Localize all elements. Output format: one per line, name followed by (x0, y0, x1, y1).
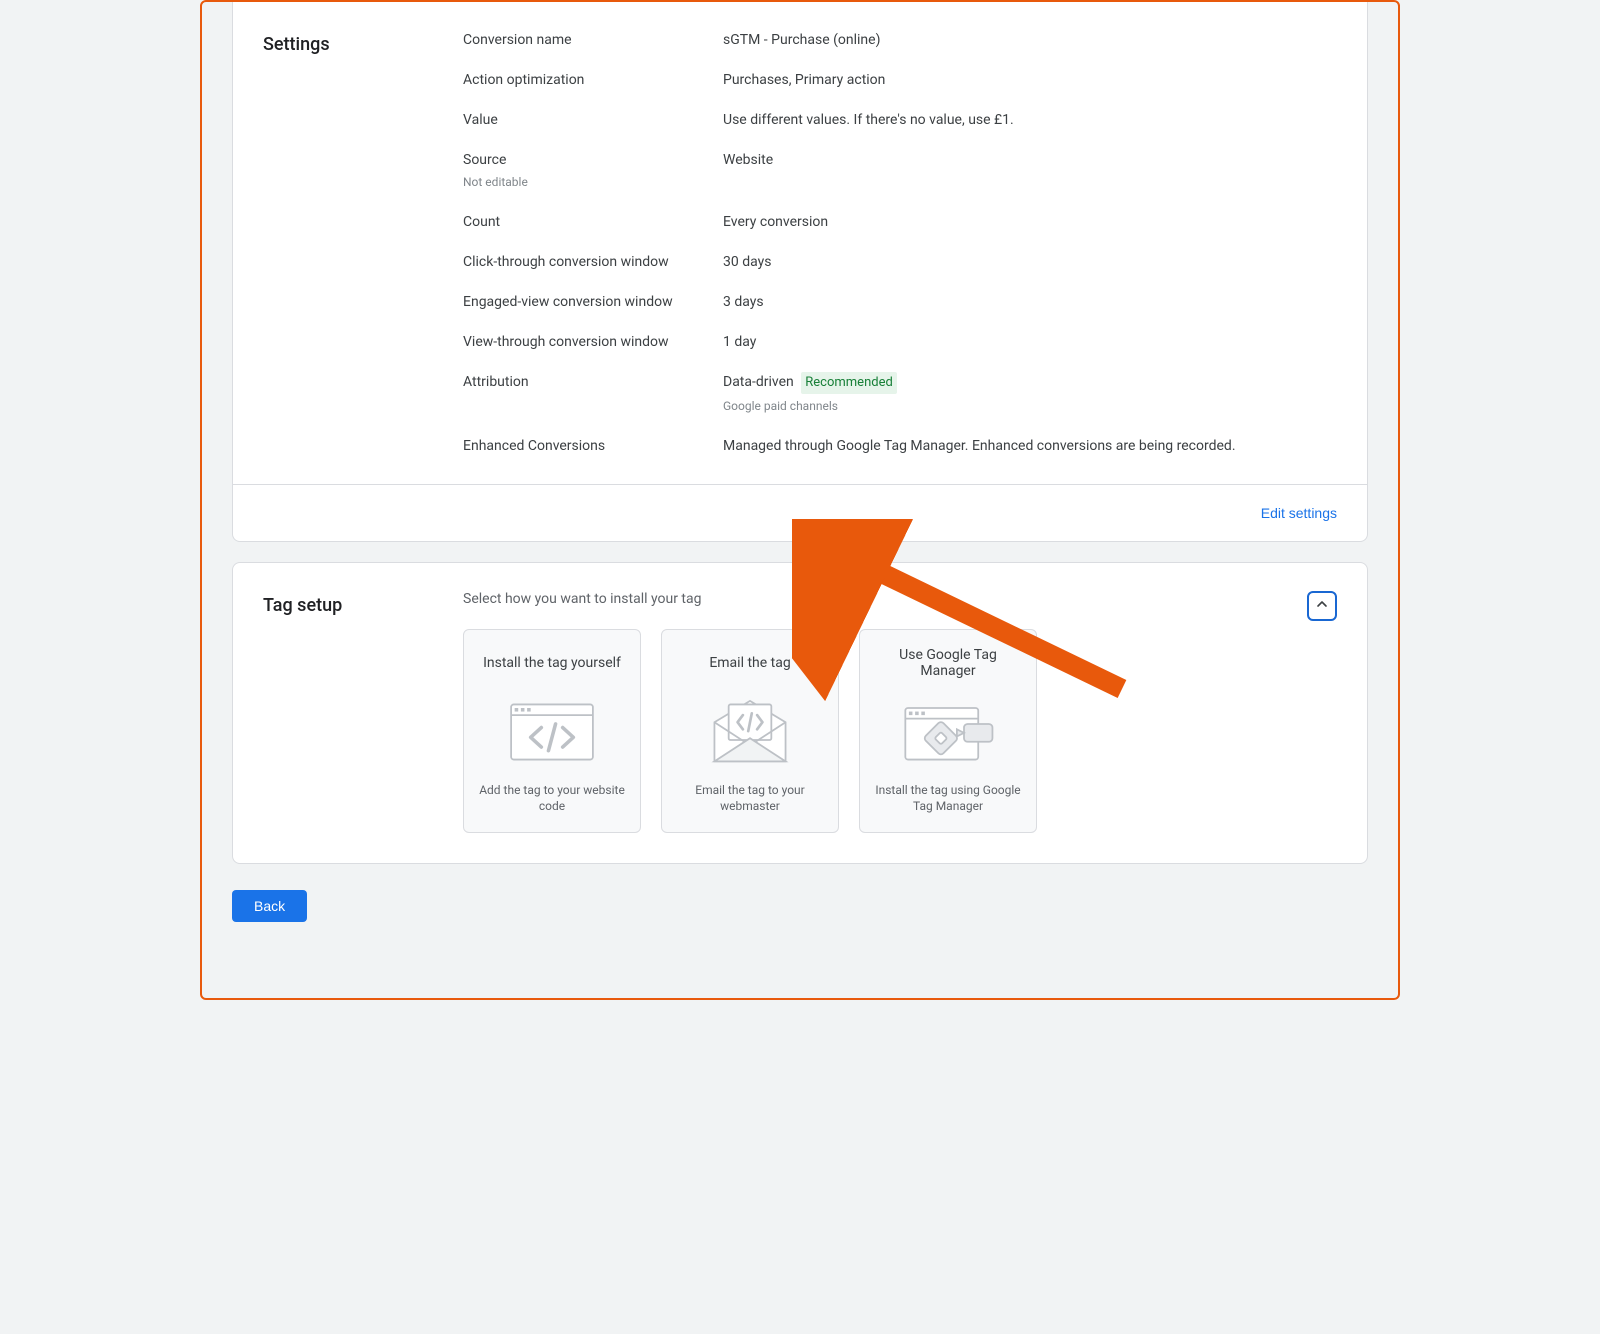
settings-value: Purchases, Primary action (723, 70, 1337, 90)
settings-row: Count Every conversion (463, 202, 1337, 242)
tile-title: Email the tag (709, 644, 790, 682)
page-frame: Settings Conversion name sGTM - Purchase… (200, 0, 1400, 1000)
settings-row: Engaged-view conversion window 3 days (463, 282, 1337, 322)
settings-value: Use different values. If there's no valu… (723, 110, 1337, 130)
recommended-badge: Recommended (801, 372, 897, 394)
tag-setup-section-title: Tag setup (263, 591, 463, 833)
settings-label: Count (463, 212, 723, 232)
tile-desc: Add the tag to your website code (476, 782, 628, 814)
settings-row: View-through conversion window 1 day (463, 322, 1337, 362)
settings-label: Enhanced Conversions (463, 436, 723, 456)
settings-card: Settings Conversion name sGTM - Purchase… (232, 2, 1368, 542)
settings-value: 30 days (723, 252, 1337, 272)
code-window-icon (497, 692, 607, 772)
settings-row: Conversion name sGTM - Purchase (online) (463, 30, 1337, 60)
tile-title: Use Google Tag Manager (872, 644, 1024, 682)
tile-email-tag[interactable]: Email the tag Email the tag to your webm… (661, 629, 839, 833)
settings-value: Every conversion (723, 212, 1337, 232)
settings-value: Managed through Google Tag Manager. Enha… (723, 436, 1337, 456)
settings-label: Conversion name (463, 30, 723, 50)
settings-label: View-through conversion window (463, 332, 723, 352)
settings-row: Action optimization Purchases, Primary a… (463, 60, 1337, 100)
settings-value: sGTM - Purchase (online) (723, 30, 1337, 50)
settings-label: Attribution (463, 372, 723, 392)
settings-label: Engaged-view conversion window (463, 292, 723, 312)
settings-row: Enhanced Conversions Managed through Goo… (463, 426, 1337, 466)
tile-desc: Email the tag to your webmaster (674, 782, 826, 814)
settings-row: Attribution Data-driven Recommended Goog… (463, 362, 1337, 426)
collapse-button[interactable] (1307, 591, 1337, 621)
settings-section-title: Settings (263, 30, 463, 466)
tag-setup-card: Tag setup Select how you want to install… (232, 562, 1368, 864)
settings-list: Conversion name sGTM - Purchase (online)… (463, 30, 1337, 466)
settings-value: Website (723, 150, 1337, 170)
tile-title: Install the tag yourself (483, 644, 621, 682)
settings-value-sub: Google paid channels (723, 396, 1337, 416)
gtm-window-icon (893, 692, 1003, 772)
settings-label: Action optimization (463, 70, 723, 90)
back-button[interactable]: Back (232, 890, 307, 922)
settings-footer: Edit settings (233, 484, 1367, 541)
settings-row: Source Not editable Website (463, 140, 1337, 202)
settings-label-sub: Not editable (463, 172, 723, 192)
envelope-code-icon (695, 692, 805, 772)
tag-setup-intro: Select how you want to install your tag (463, 591, 1307, 607)
tile-desc: Install the tag using Google Tag Manager (872, 782, 1024, 814)
settings-label: Value (463, 110, 723, 130)
tile-install-yourself[interactable]: Install the tag yourself Add the tag to … (463, 629, 641, 833)
settings-value: Data-driven Recommended Google paid chan… (723, 372, 1337, 416)
settings-label-text: Source (463, 152, 506, 168)
settings-row: Value Use different values. If there's n… (463, 100, 1337, 140)
settings-value: 3 days (723, 292, 1337, 312)
tag-setup-tiles: Install the tag yourself Add the tag to … (463, 629, 1337, 833)
chevron-up-icon (1314, 596, 1330, 616)
settings-value-text: Data-driven (723, 374, 794, 390)
settings-label: Click-through conversion window (463, 252, 723, 272)
settings-row: Click-through conversion window 30 days (463, 242, 1337, 282)
edit-settings-button[interactable]: Edit settings (1253, 499, 1345, 527)
tile-google-tag-manager[interactable]: Use Google Tag Manager (859, 629, 1037, 833)
settings-value: 1 day (723, 332, 1337, 352)
settings-label: Source Not editable (463, 150, 723, 192)
